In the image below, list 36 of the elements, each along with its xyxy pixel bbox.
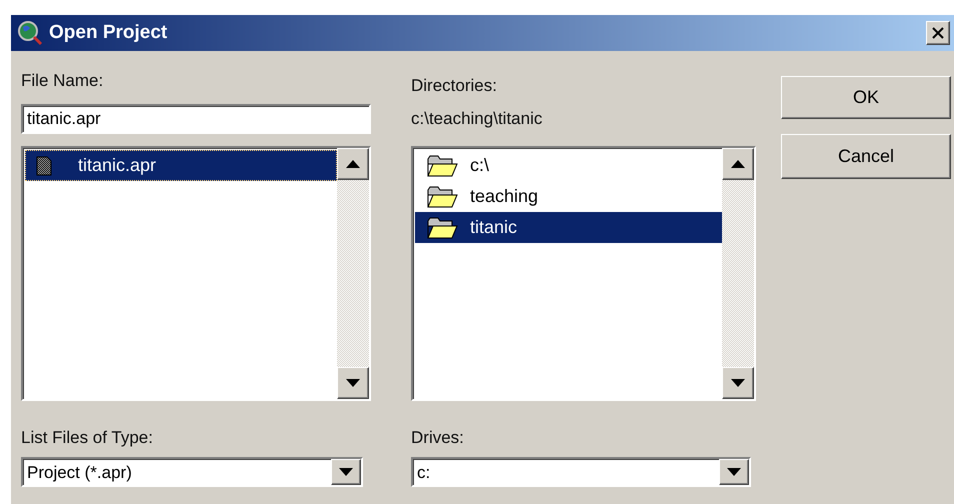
cancel-button[interactable]: Cancel bbox=[781, 134, 951, 179]
file-name-field[interactable]: titanic.apr bbox=[21, 104, 371, 134]
file-icon bbox=[36, 156, 52, 176]
ok-button[interactable]: OK bbox=[781, 76, 951, 119]
folder-icon bbox=[426, 186, 458, 208]
close-icon bbox=[932, 27, 944, 39]
scroll-up-button[interactable] bbox=[722, 148, 754, 180]
triangle-down-icon bbox=[339, 468, 353, 476]
field-label: Directories: bbox=[411, 76, 498, 96]
field-label: Drives: bbox=[411, 428, 465, 448]
globe-magnifier-icon bbox=[17, 20, 43, 46]
triangle-up-icon bbox=[346, 160, 360, 168]
folder-icon bbox=[426, 154, 458, 176]
scroll-down-button[interactable] bbox=[722, 367, 754, 399]
scroll-down-button[interactable] bbox=[337, 367, 369, 399]
triangle-down-icon bbox=[346, 379, 360, 387]
triangle-down-icon bbox=[731, 379, 745, 387]
triangle-up-icon bbox=[731, 160, 745, 168]
window-title: Open Project bbox=[49, 22, 168, 44]
triangle-down-icon bbox=[727, 468, 741, 476]
folder-icon bbox=[426, 216, 458, 238]
scroll-up-button[interactable] bbox=[337, 148, 369, 180]
scrollbar[interactable] bbox=[337, 148, 369, 399]
folder-item[interactable]: teaching bbox=[415, 181, 722, 212]
folder-item[interactable]: c:\ bbox=[415, 150, 722, 181]
field-label: File Name: bbox=[21, 71, 104, 91]
scrollbar[interactable] bbox=[722, 148, 754, 399]
dropdown-button[interactable] bbox=[719, 459, 749, 485]
folder-item[interactable]: titanic bbox=[415, 212, 722, 243]
field-label: List Files of Type: bbox=[21, 428, 154, 448]
file-item[interactable]: titanic.apr bbox=[25, 150, 337, 181]
file-type-dropdown[interactable]: Project (*.apr) bbox=[21, 457, 363, 487]
close-button[interactable] bbox=[926, 21, 950, 45]
dropdown-button[interactable] bbox=[331, 459, 361, 485]
drive-dropdown[interactable]: c: bbox=[411, 457, 751, 487]
directory-path: c:\teaching\titanic bbox=[411, 109, 544, 129]
